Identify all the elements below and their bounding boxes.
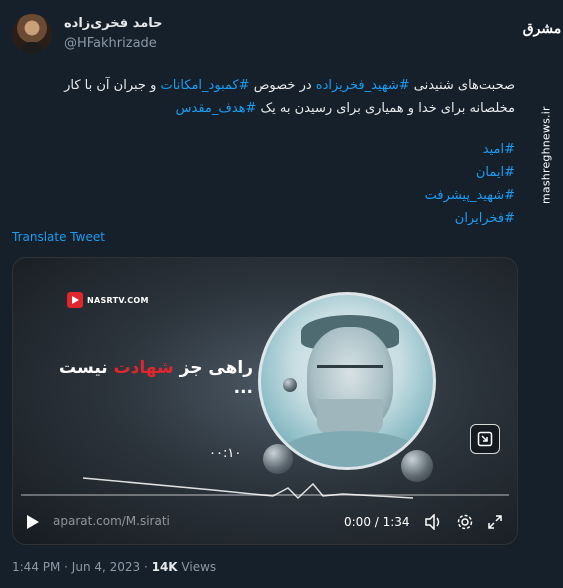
author-name[interactable]: حامد فخری‌زاده xyxy=(64,16,163,31)
video-caption-red: شهادت xyxy=(113,358,174,378)
video-caption: راهی جز شهادت نیست ... xyxy=(53,358,253,398)
picture-in-picture-button[interactable] xyxy=(470,424,500,454)
expand-icon xyxy=(488,515,502,529)
video-caption-plain: راهی جز xyxy=(173,358,253,378)
hashtag-link[interactable]: #شهید_پیشرفت xyxy=(215,184,515,207)
translate-tweet-link[interactable]: Translate Tweet xyxy=(12,230,105,244)
audio-waveform xyxy=(82,477,414,500)
tweet-header: حامد فخری‌زاده @HFakhrizade xyxy=(12,14,515,58)
tweet-timestamp[interactable]: 1:44 PM · Jun 4, 2023 · xyxy=(12,560,152,574)
hashtag-link[interactable]: #شهید_فخریزاده xyxy=(316,78,410,93)
views-label: Views xyxy=(177,560,217,574)
hashtag-list: #امید #ایمان #شهید_پیشرفت #فخرایران xyxy=(215,138,515,230)
portrait-shoulders xyxy=(279,431,421,467)
settings-button[interactable] xyxy=(455,512,475,532)
avatar[interactable] xyxy=(12,14,52,54)
channel-logo: NASRTV.COM xyxy=(67,292,149,308)
channel-logo-text: NASRTV.COM xyxy=(87,295,149,305)
hashtag-link[interactable]: #هدف_مقدس xyxy=(176,101,257,116)
gear-icon xyxy=(457,514,473,530)
play-icon xyxy=(27,515,39,529)
author-handle[interactable]: @HFakhrizade xyxy=(64,36,157,51)
tweet-text-segment: و جبران آن با کار xyxy=(64,78,161,93)
overlay-timer: ۰۰:۱۰ xyxy=(209,446,242,461)
hashtag-link[interactable]: #فخرایران xyxy=(215,207,515,230)
video-progress-bar[interactable] xyxy=(21,494,509,496)
site-watermark-strip: مشرق mashreghnews.ir xyxy=(522,0,563,588)
tweet-card: حامد فخری‌زاده @HFakhrizade صحبت‌های شنی… xyxy=(0,0,527,588)
fullscreen-button[interactable] xyxy=(485,512,505,532)
pip-icon xyxy=(477,431,493,447)
tweet-footer: 1:44 PM · Jun 4, 2023 · 14K Views xyxy=(12,560,216,574)
video-time: 0:00 / 1:34 xyxy=(344,515,410,529)
hashtag-link[interactable]: #کمبود_امکانات xyxy=(161,78,250,93)
tweet-text-segment: صحبت‌های شنیدنی xyxy=(409,78,515,93)
site-url: mashreghnews.ir xyxy=(539,106,553,204)
play-button[interactable] xyxy=(23,512,43,532)
tweet-text: صحبت‌های شنیدنی #شهید_فخریزاده در خصوص #… xyxy=(10,74,515,120)
tweet-text-segment: مخلصانه برای خدا و همیاری برای رسیدن به … xyxy=(256,101,515,116)
play-logo-icon xyxy=(67,292,83,308)
decorative-bubble xyxy=(263,444,293,474)
hashtag-link[interactable]: #امید xyxy=(215,138,515,161)
video-player[interactable]: NASRTV.COM راهی جز شهادت نیست ... ۰۰:۱۰ xyxy=(12,257,518,545)
decorative-bubble xyxy=(283,378,297,392)
video-watermark: aparat.com/M.sirati xyxy=(53,514,170,528)
hashtag-link[interactable]: #ایمان xyxy=(215,161,515,184)
volume-button[interactable] xyxy=(424,512,444,532)
volume-icon xyxy=(425,514,440,530)
portrait-glasses xyxy=(317,365,383,379)
views-count: 14K xyxy=(151,560,178,574)
tweet-text-segment: در خصوص xyxy=(249,78,316,93)
site-logo: مشرق xyxy=(522,21,562,37)
